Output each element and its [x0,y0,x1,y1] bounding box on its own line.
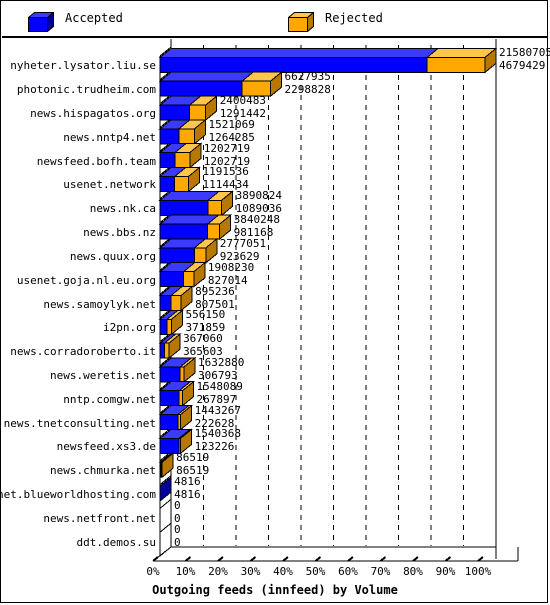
bar-value-accepted: 1632880 [198,355,245,369]
bar-value-accepted: 2400483 [219,94,267,108]
category-label: news.netfront.net [43,511,156,525]
bar-value-accepted: 556150 [185,308,226,322]
bar-value-accepted: 1191536 [202,165,249,179]
bar-value-accepted: 1521069 [208,117,255,131]
legend-label-accepted: Accepted [65,11,123,25]
bar-value-accepted: 3890824 [235,189,282,203]
bar-value-accepted: 1202719 [203,141,251,155]
category-label: newsfeed.xs3.de [56,440,156,454]
category-label: ddt.demos.su [76,535,156,549]
legend-item-rejected: Rejected [288,8,448,32]
category-label: news.nntp4.net [63,130,156,144]
bar-value-accepted: 4816 [174,474,201,488]
category-label: usenet.goja.nl.eu.org [16,273,156,287]
bar-value-rejected: 4679429 [499,59,546,73]
category-label: news.tnetconsulting.net [3,416,156,430]
cube-icon [288,12,314,32]
bar-value-accepted: 1548089 [196,379,243,393]
legend-item-accepted: Accepted [28,8,188,32]
category-label: news.weretis.net [50,368,156,382]
bar-value-accepted: 21580705 [499,46,550,60]
category-label: i2pn.org [103,321,156,335]
category-label: photonic.trudheim.com [16,83,156,97]
chart-frame: Accepted Rejected 21580705 4679429 nyheter… [0,0,550,604]
bar-value-accepted: 0 [174,498,181,512]
bar-value-accepted: 1540368 [194,427,241,441]
category-label: news.bbs.nz [83,226,156,240]
category-label: usenet.network [63,178,156,192]
chart-legend: Accepted Rejected [2,2,548,38]
bar-value-accepted: 1908230 [207,260,255,274]
legend-label-rejected: Rejected [325,11,383,25]
bar-value-accepted: 895236 [195,284,235,298]
category-label: news.nk.ca [89,202,156,216]
labels-layer: 21580705 4679429 nyheter.lysator.liu.se 662… [0,39,550,604]
bar-value-accepted: 86519 [176,451,210,465]
bar-value-accepted: 367060 [183,332,223,346]
category-label: newsfeed.bofh.team [36,154,156,168]
category-label: news.samoylyk.net [43,297,156,311]
bar-value-rejected: 0 [174,535,181,549]
bar-value-accepted: 6627935 [284,70,331,84]
category-label: nntp.comgw.net [63,392,156,406]
bar-value-accepted: 1443267 [194,403,241,417]
category-label: news.hispagatos.org [30,107,156,121]
bar-value-accepted: 0 [174,522,181,536]
category-label: usenet.blueworldhosting.com [0,487,156,501]
x-axis-title: Outgoing feeds (innfeed) by Volume [152,583,398,597]
bar-value-accepted: 3840248 [233,213,281,227]
category-label: news.quux.org [69,249,156,263]
category-label: news.chmurka.net [50,464,156,478]
category-label: news.corradoroberto.it [10,345,156,359]
plot-area: 21580705 4679429 nyheter.lysator.liu.se 662… [0,39,550,604]
cube-icon [28,12,54,32]
x-tick-label: 100% [464,565,492,578]
category-label: nyheter.lysator.liu.se [10,59,156,73]
bar-value-rejected: 2298828 [284,83,331,97]
bar-value-accepted: 2777051 [219,236,267,250]
